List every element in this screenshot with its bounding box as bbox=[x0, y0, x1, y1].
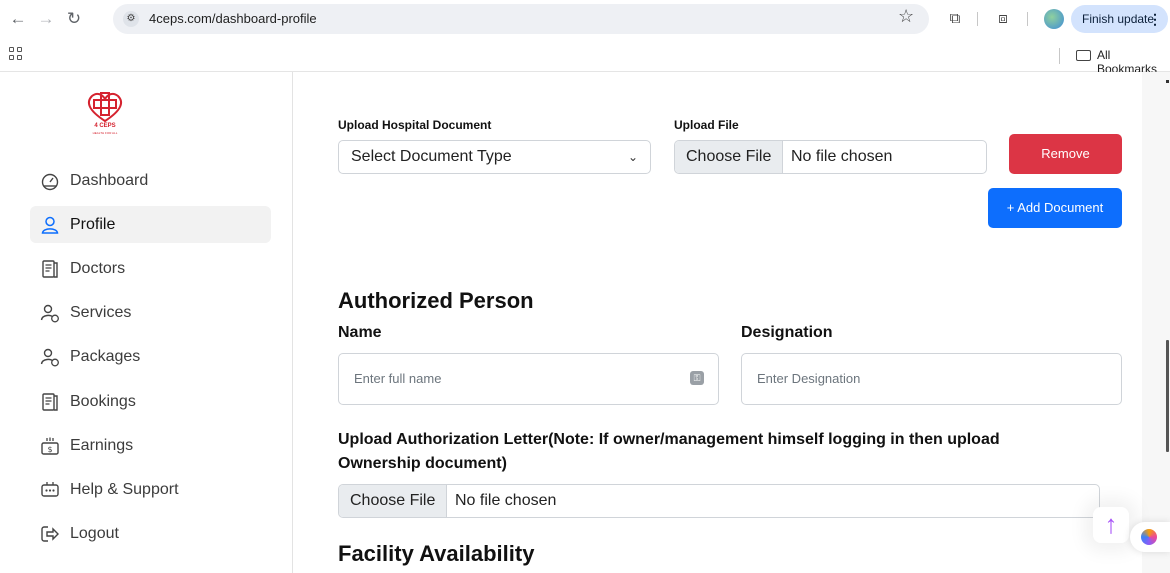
apps-grid-icon[interactable] bbox=[9, 47, 23, 61]
site-info-icon[interactable]: ⚙ bbox=[123, 11, 139, 27]
sidebar-item-label: Earnings bbox=[70, 437, 134, 454]
sidebar-item-help[interactable]: Help & Support bbox=[30, 471, 271, 508]
sidebar-item-label: Services bbox=[70, 304, 132, 321]
sidebar-item-label: Bookings bbox=[70, 393, 136, 410]
choose-file-button[interactable]: Choose File bbox=[339, 485, 448, 517]
add-document-button[interactable]: + Add Document bbox=[988, 188, 1122, 228]
brain-icon bbox=[1141, 529, 1157, 545]
sidebar-item-dashboard[interactable]: Dashboard bbox=[30, 162, 271, 199]
file-status: No file chosen bbox=[455, 492, 557, 509]
toolbar-divider bbox=[977, 12, 978, 26]
page-margin bbox=[1142, 72, 1170, 573]
sidebar-item-packages[interactable]: Packages bbox=[30, 338, 271, 375]
user-shield-icon bbox=[40, 348, 59, 367]
logo-heart-icon bbox=[87, 92, 123, 123]
bookmark-star-icon[interactable]: ☆ bbox=[898, 6, 914, 27]
folder-icon bbox=[1076, 50, 1091, 61]
autofill-key-icon[interactable]: ⚿ bbox=[690, 371, 704, 385]
upload-file-label: Upload File bbox=[674, 118, 739, 132]
svg-text:$: $ bbox=[47, 445, 52, 454]
designation-label: Designation bbox=[741, 324, 833, 341]
scroll-to-top-button[interactable]: ↑ bbox=[1093, 507, 1129, 543]
brand-logo[interactable]: 4 CEPS HEALTH FOR ALL bbox=[80, 90, 130, 144]
chat-icon bbox=[41, 482, 59, 497]
bookmarks-divider bbox=[1059, 48, 1060, 64]
sidebar-item-profile[interactable]: Profile bbox=[30, 206, 271, 243]
scroll-indicator bbox=[1166, 80, 1169, 83]
sidebar-item-label: Logout bbox=[70, 525, 119, 542]
sidebar-item-label: Doctors bbox=[70, 260, 126, 277]
sidebar-item-label: Help & Support bbox=[70, 481, 179, 498]
name-placeholder: Enter full name bbox=[354, 371, 442, 386]
designation-input[interactable]: Enter Designation bbox=[741, 353, 1122, 405]
authorization-letter-label: Upload Authorization Letter(Note: If own… bbox=[338, 431, 1000, 472]
choose-file-button[interactable]: Choose File bbox=[675, 141, 784, 173]
profile-avatar[interactable] bbox=[1044, 9, 1064, 29]
file-status: No file chosen bbox=[791, 148, 893, 165]
logo-tagline: HEALTH FOR ALL bbox=[92, 131, 118, 135]
chevron-down-icon: ⌄ bbox=[627, 150, 638, 164]
user-shield-icon bbox=[40, 304, 59, 323]
authorized-person-heading: Authorized Person bbox=[338, 288, 534, 313]
sidebar-item-logout[interactable]: Logout bbox=[30, 515, 271, 552]
name-label: Name bbox=[338, 324, 382, 341]
browser-toolbar: ← → ↻ ⚙ 4ceps.com/dashboard-profile ☆ ⧉ … bbox=[0, 0, 1170, 38]
more-menu-icon: ⋮ bbox=[1148, 11, 1162, 27]
sidebar-item-doctors[interactable]: Doctors bbox=[30, 250, 271, 287]
document-icon bbox=[42, 393, 58, 411]
sidebar-item-label: Dashboard bbox=[70, 172, 149, 189]
sidebar-item-bookings[interactable]: Bookings bbox=[30, 383, 271, 420]
sidebar: 4 CEPS HEALTH FOR ALL Dashboard Profile … bbox=[0, 72, 293, 573]
logout-icon bbox=[41, 526, 59, 542]
dashboard-icon bbox=[41, 173, 59, 191]
finish-update-button[interactable]: Finish update ⋮ bbox=[1071, 5, 1168, 33]
cash-icon: $ bbox=[41, 437, 59, 455]
name-input[interactable]: Enter full name ⚿ bbox=[338, 353, 719, 405]
scrollbar-thumb[interactable] bbox=[1166, 340, 1169, 452]
sidebar-item-label: Profile bbox=[70, 216, 116, 233]
reload-icon[interactable]: ↻ bbox=[63, 8, 85, 30]
user-icon bbox=[41, 216, 59, 234]
sidebar-item-services[interactable]: Services bbox=[30, 294, 271, 331]
reading-list-icon[interactable]: ⧈ bbox=[992, 8, 1014, 30]
extensions-icon[interactable]: ⧉ bbox=[944, 8, 966, 30]
document-type-value: Select Document Type bbox=[351, 148, 512, 165]
url-text[interactable]: 4ceps.com/dashboard-profile bbox=[149, 11, 317, 26]
document-type-select[interactable]: Select Document Type ⌄ bbox=[338, 140, 651, 174]
address-bar[interactable]: ⚙ 4ceps.com/dashboard-profile bbox=[113, 4, 929, 34]
sidebar-item-earnings[interactable]: $ Earnings bbox=[30, 427, 271, 464]
assistant-widget[interactable] bbox=[1130, 522, 1170, 552]
designation-placeholder: Enter Designation bbox=[757, 371, 861, 386]
finish-update-label: Finish update bbox=[1082, 12, 1155, 26]
logo-text: 4 CEPS bbox=[94, 123, 116, 129]
toolbar-divider bbox=[1027, 12, 1028, 26]
forward-icon[interactable]: → bbox=[35, 8, 57, 30]
back-icon[interactable]: ← bbox=[7, 8, 29, 30]
hospital-file-input[interactable]: Choose File No file chosen bbox=[674, 140, 987, 174]
upload-hospital-doc-label: Upload Hospital Document bbox=[338, 118, 492, 132]
document-icon bbox=[42, 260, 58, 278]
remove-button[interactable]: Remove bbox=[1009, 134, 1122, 174]
bookmarks-bar: All Bookmarks bbox=[0, 38, 1170, 76]
authorization-file-input[interactable]: Choose File No file chosen bbox=[338, 484, 1100, 518]
facility-availability-heading: Facility Availability bbox=[338, 541, 535, 566]
sidebar-item-label: Packages bbox=[70, 348, 141, 365]
